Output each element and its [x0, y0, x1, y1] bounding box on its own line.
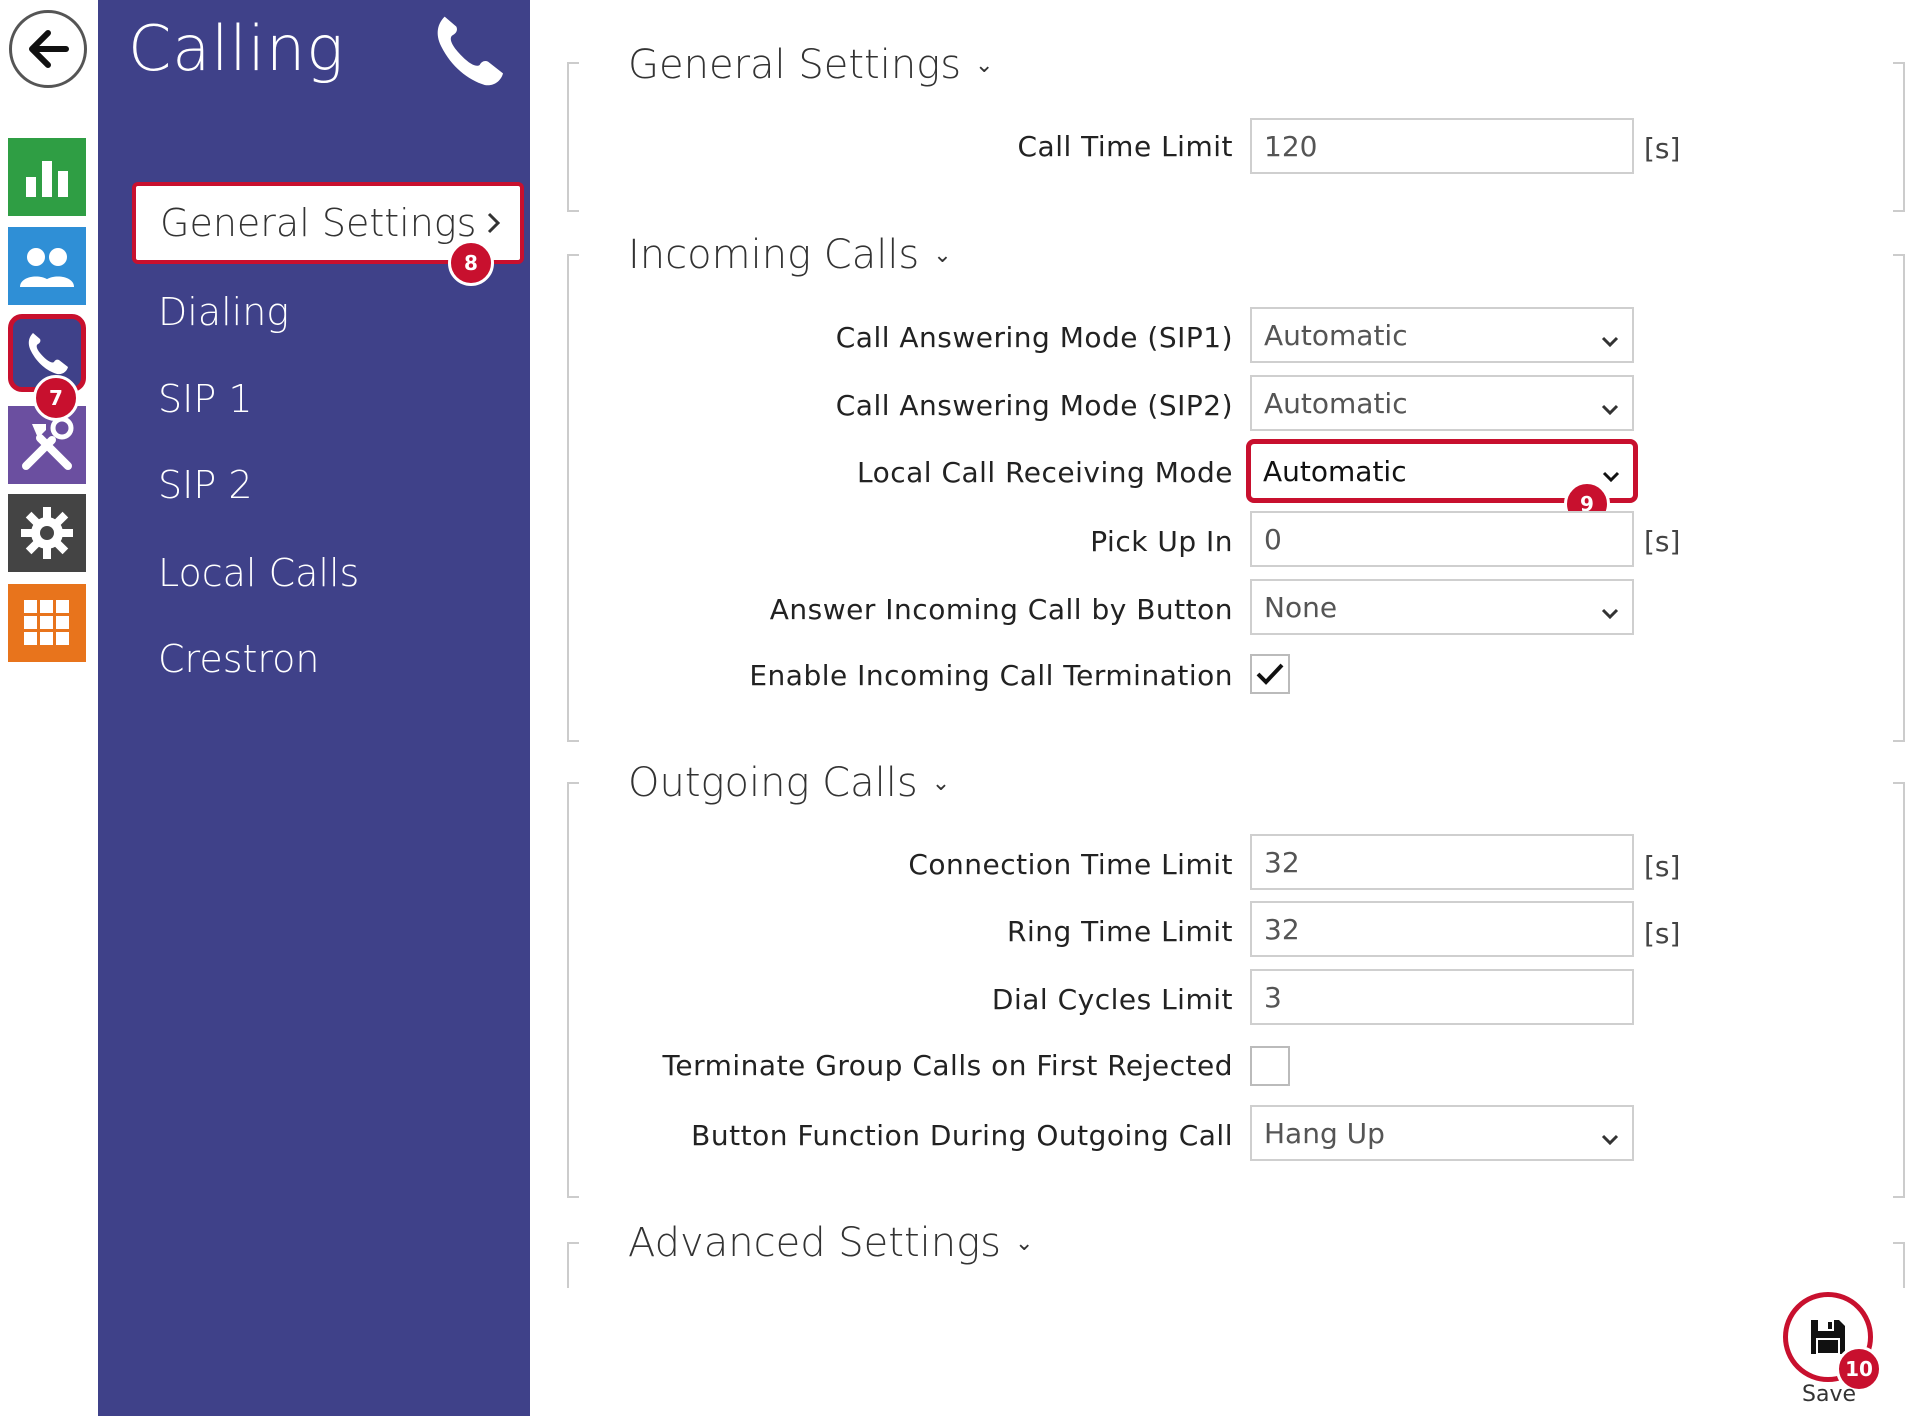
hardware-nav-button[interactable] — [8, 494, 86, 572]
call-time-limit-input[interactable]: 120 — [1250, 118, 1634, 174]
section-header-outgoing[interactable]: Outgoing Calls ⌄ — [628, 760, 950, 806]
bar-chart-icon — [26, 161, 68, 197]
back-arrow-icon — [29, 30, 69, 68]
step-badge-8: 8 — [448, 240, 494, 286]
dial-cycles-label: Dial Cycles Limit — [991, 983, 1233, 1016]
field-value: 32 — [1264, 845, 1300, 879]
answer-button-label: Answer Incoming Call by Button — [769, 593, 1233, 626]
section-frame-left — [567, 1242, 579, 1288]
sip2-mode-label: Call Answering Mode (SIP2) — [835, 389, 1233, 422]
unit-label: [s] — [1644, 132, 1681, 165]
sip1-mode-label: Call Answering Mode (SIP1) — [835, 321, 1233, 354]
ring-limit-input[interactable]: 32 — [1250, 901, 1634, 957]
section-frame-left — [567, 782, 579, 1198]
section-frame-right — [1893, 62, 1905, 212]
section-header-general[interactable]: General Settings ⌄ — [628, 42, 993, 88]
chevron-right-icon — [486, 208, 502, 243]
connection-limit-label: Connection Time Limit — [908, 848, 1233, 881]
chevron-down-icon: ⌄ — [931, 770, 951, 796]
button-function-select[interactable]: Hang Up — [1250, 1105, 1634, 1161]
call-time-limit-label: Call Time Limit — [1017, 130, 1233, 163]
ring-limit-label: Ring Time Limit — [1007, 915, 1233, 948]
answer-button-select[interactable]: None — [1250, 579, 1634, 635]
sidebar-item-local-calls[interactable]: Local Calls — [158, 551, 359, 595]
unit-label: [s] — [1644, 525, 1681, 558]
section-title: Outgoing Calls — [628, 760, 918, 806]
section-frame-left — [567, 254, 579, 742]
gear-icon — [21, 507, 73, 559]
sidebar-item-crestron[interactable]: Crestron — [158, 637, 320, 681]
terminate-group-checkbox[interactable] — [1250, 1046, 1290, 1086]
sidebar-phone-icon — [428, 10, 508, 94]
status-nav-button[interactable] — [8, 138, 86, 216]
chevron-down-icon: ⌄ — [1014, 1230, 1034, 1256]
select-value: Automatic — [1264, 318, 1408, 352]
chevron-down-icon: ⌄ — [933, 242, 952, 268]
tools-icon — [22, 416, 74, 470]
chevron-down-icon — [1600, 323, 1620, 356]
chevron-down-icon — [1600, 1121, 1620, 1154]
select-value: None — [1264, 590, 1338, 624]
termination-label: Enable Incoming Call Termination — [749, 659, 1233, 692]
select-value: Automatic — [1264, 386, 1408, 420]
check-icon — [1256, 663, 1284, 685]
section-header-incoming[interactable]: Incoming Calls ⌄ — [628, 232, 952, 278]
users-icon — [20, 248, 74, 287]
directory-nav-button[interactable] — [8, 227, 86, 305]
pick-up-in-input[interactable]: 0 — [1250, 511, 1634, 567]
section-title: General Settings — [628, 42, 962, 88]
icon-rail: 7 — [0, 0, 98, 1416]
step-badge-7: 7 — [33, 375, 79, 421]
section-frame-left — [567, 62, 579, 212]
save-label: Save — [1802, 1382, 1857, 1407]
field-value: 120 — [1264, 129, 1318, 163]
connection-limit-input[interactable]: 32 — [1250, 834, 1634, 890]
section-frame-right — [1893, 254, 1905, 742]
field-value: 0 — [1264, 522, 1282, 556]
section-header-advanced[interactable]: Advanced Settings ⌄ — [628, 1220, 1033, 1266]
unit-label: [s] — [1644, 917, 1681, 950]
floppy-disk-icon — [1811, 1320, 1845, 1355]
sip2-mode-select[interactable]: Automatic — [1250, 375, 1634, 431]
sidebar-item-label: General Settings — [160, 201, 477, 245]
dial-cycles-input[interactable]: 3 — [1250, 969, 1634, 1025]
local-mode-label: Local Call Receiving Mode — [856, 456, 1233, 489]
chevron-down-icon — [1601, 458, 1621, 491]
sidebar-item-sip2[interactable]: SIP 2 — [158, 463, 253, 507]
terminate-group-label: Terminate Group Calls on First Rejected — [662, 1049, 1233, 1082]
section-title: Advanced Settings — [628, 1220, 1001, 1266]
chevron-down-icon — [1600, 391, 1620, 424]
pick-up-in-label: Pick Up In — [1090, 525, 1233, 558]
select-value: Hang Up — [1264, 1116, 1385, 1150]
termination-checkbox[interactable] — [1250, 654, 1290, 694]
sidebar-item-sip1[interactable]: SIP 1 — [158, 377, 253, 421]
select-value: Automatic — [1263, 454, 1407, 488]
field-value: 32 — [1264, 912, 1300, 946]
sidebar: Calling General Settings 8 Dialing SIP 1… — [98, 0, 530, 1416]
chevron-down-icon — [1600, 595, 1620, 628]
chevron-down-icon: ⌄ — [975, 52, 994, 78]
section-frame-right — [1893, 782, 1905, 1198]
phone-icon — [28, 333, 68, 375]
section-frame-right — [1893, 1242, 1905, 1288]
field-value: 3 — [1264, 980, 1282, 1014]
button-function-label: Button Function During Outgoing Call — [691, 1119, 1233, 1152]
system-nav-button[interactable] — [8, 584, 86, 662]
sip1-mode-select[interactable]: Automatic — [1250, 307, 1634, 363]
back-button[interactable] — [9, 10, 87, 88]
sidebar-item-dialing[interactable]: Dialing — [158, 290, 289, 334]
section-title: Incoming Calls — [628, 232, 920, 278]
sidebar-title: Calling — [128, 12, 345, 85]
apps-grid-icon — [24, 600, 69, 645]
unit-label: [s] — [1644, 850, 1681, 883]
